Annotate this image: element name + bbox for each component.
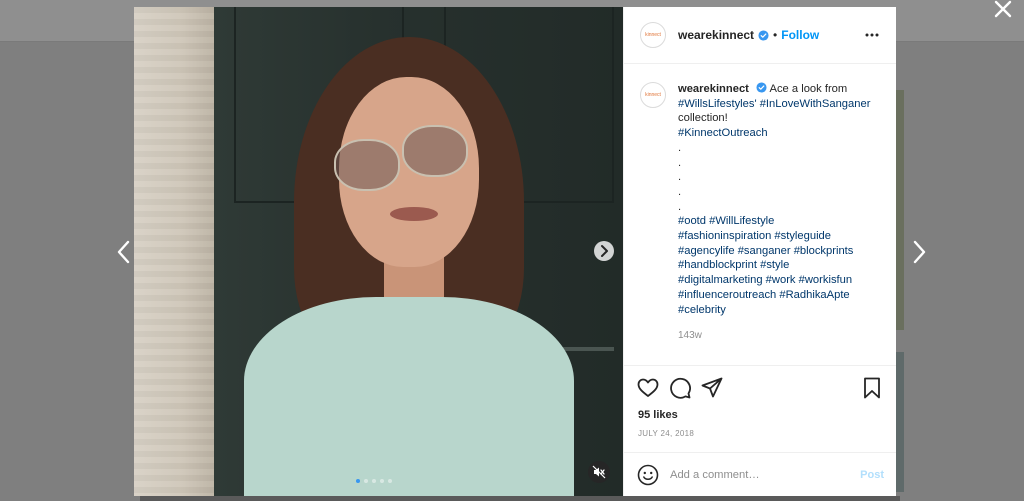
post-time-ago[interactable]: 143w (678, 329, 878, 344)
caption-hashtag-line[interactable]: #digitalmarketing #work #workisfun (678, 273, 878, 288)
caption-line: Ace a look from (769, 83, 848, 95)
post-actions: 95 likes JULY 24, 2018 (624, 365, 896, 438)
carousel-dot (364, 479, 368, 483)
carousel-dot (372, 479, 376, 483)
chevron-right-icon[interactable] (908, 236, 930, 268)
more-options-icon[interactable] (864, 27, 880, 43)
avatar-logo: kinnect (645, 32, 661, 38)
post-modal: kinnect wearekinnect • Follow kinnect we… (134, 7, 896, 496)
post-comment-button[interactable]: Post (860, 469, 884, 481)
caption-dot: . (678, 200, 682, 213)
caption-avatar[interactable]: kinnect (640, 82, 666, 108)
carousel-indicator (356, 479, 392, 483)
comment-form: Post (624, 452, 896, 496)
close-icon[interactable] (990, 0, 1016, 18)
verified-badge-icon (756, 82, 767, 93)
carousel-dot (388, 479, 392, 483)
caption-dot: . (678, 171, 682, 184)
caption-hashtag-line[interactable]: #ootd #WillLifestyle (678, 214, 878, 229)
caption-hashtag-line[interactable]: #fashioninspiration #styleguide (678, 229, 878, 244)
caption-hashtag-line[interactable]: #celebrity (678, 303, 878, 318)
subject-smile (390, 207, 438, 221)
stone-wall (134, 7, 214, 496)
bookmark-icon[interactable] (860, 376, 884, 400)
caption-hashtag-line[interactable]: #agencylife #sanganer #blockprints (678, 244, 878, 259)
heart-icon[interactable] (636, 376, 660, 400)
backdrop-grid-tile (140, 496, 900, 501)
chevron-left-icon[interactable] (113, 236, 135, 268)
backdrop-grid-tile (896, 90, 904, 330)
comment-icon[interactable] (668, 376, 692, 400)
post-sidebar: kinnect wearekinnect • Follow kinnect we… (623, 7, 896, 496)
subject-shirt (244, 297, 574, 496)
verified-badge-icon (758, 29, 769, 41)
caption-line: collection! (678, 112, 728, 125)
muted-speaker-icon[interactable] (588, 461, 610, 483)
like-count[interactable]: 95 likes (638, 409, 880, 421)
caption-dot: . (678, 185, 682, 198)
post-video[interactable] (134, 7, 623, 496)
avatar[interactable]: kinnect (640, 22, 666, 48)
subject-sunglasses (334, 139, 400, 191)
caption-dot: . (678, 141, 682, 154)
post-header: kinnect wearekinnect • Follow (624, 7, 896, 64)
caption-section: kinnect wearekinnect Ace a look from #Wi… (624, 64, 896, 365)
avatar-logo: kinnect (645, 92, 661, 98)
caption-dot: . (678, 156, 682, 169)
username-link[interactable]: wearekinnect (678, 28, 754, 42)
caption-hashtag-line[interactable]: #handblockprint #style (678, 258, 878, 273)
emoji-icon[interactable] (636, 463, 660, 487)
carousel-dot (380, 479, 384, 483)
share-icon[interactable] (700, 376, 724, 400)
carousel-next-icon[interactable] (594, 241, 614, 261)
comment-input[interactable] (670, 468, 861, 481)
caption-hashtag-line[interactable]: #WillsLifestyles' #InLoveWithSanganer (678, 97, 878, 112)
caption-hashtag-line[interactable]: #influenceroutreach #RadhikaApte (678, 288, 878, 303)
subject-sunglasses (402, 125, 468, 177)
caption-hashtag-line[interactable]: #KinnectOutreach (678, 126, 878, 141)
post-date[interactable]: JULY 24, 2018 (638, 429, 880, 438)
follow-separator: • (773, 28, 778, 42)
caption-username[interactable]: wearekinnect (678, 83, 749, 95)
backdrop-grid-tile (896, 352, 904, 492)
caption-text: wearekinnect Ace a look from #WillsLifes… (678, 82, 878, 344)
follow-button[interactable]: Follow (781, 28, 819, 42)
carousel-dot (356, 479, 360, 483)
